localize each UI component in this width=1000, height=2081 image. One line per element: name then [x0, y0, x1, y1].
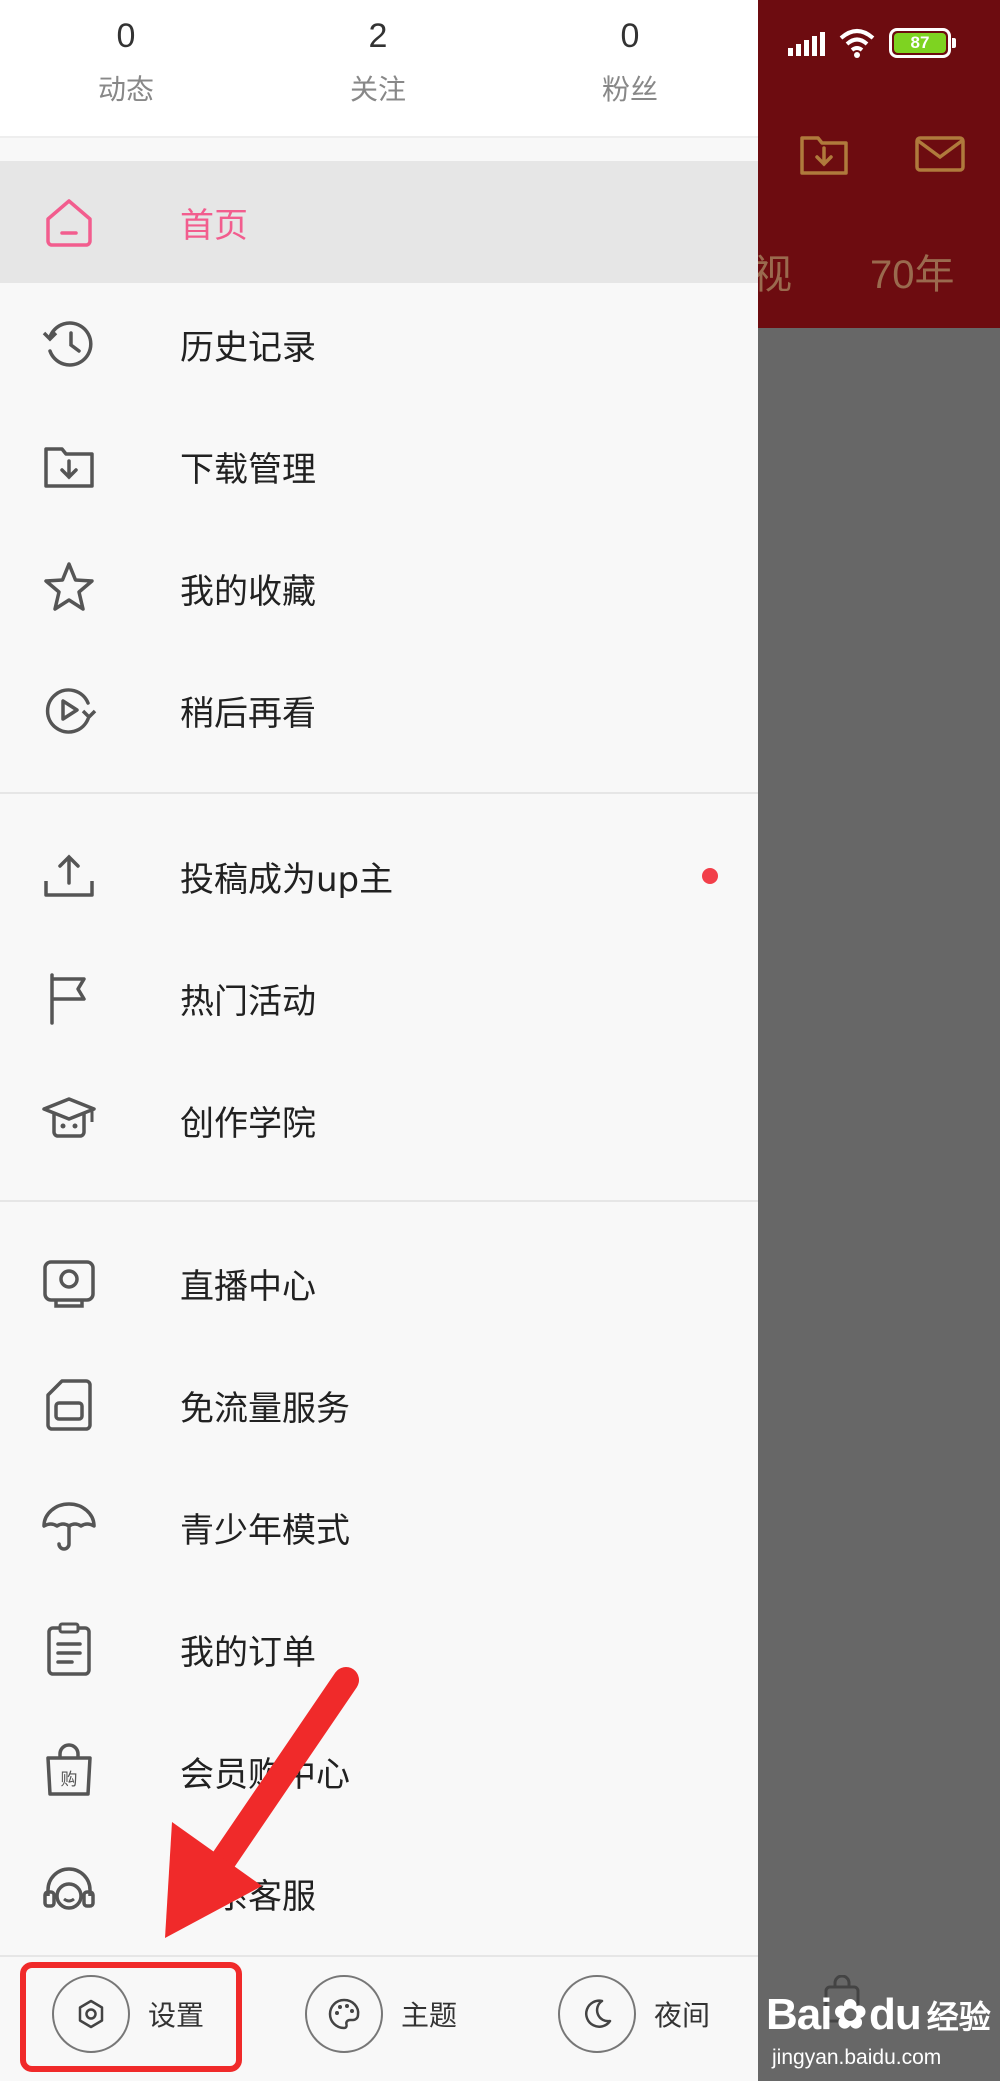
- menu-item-label: 青少年模式: [180, 1510, 350, 1551]
- settings-highlight-box: [20, 1962, 242, 2072]
- menu-item-academy[interactable]: 创作学院: [0, 1059, 758, 1181]
- battery-level: 87: [894, 33, 946, 53]
- menu-group-main: 首页 历史记录 下载管理 我的收藏 稍后再看: [0, 161, 758, 771]
- background-app-header: 87 视 70年: [758, 0, 1000, 328]
- clipboard-icon: [40, 1620, 98, 1678]
- menu-item-label: 免流量服务: [180, 1388, 350, 1429]
- menu-item-label: 首页: [180, 205, 248, 246]
- stat-dynamics[interactable]: 0 动态: [46, 14, 206, 108]
- menu-item-downloads[interactable]: 下载管理: [0, 405, 758, 527]
- notification-dot: [702, 868, 718, 884]
- menu-item-label: 下载管理: [180, 449, 316, 490]
- download-icon[interactable]: [798, 128, 850, 180]
- night-label: 夜间: [654, 1999, 711, 2032]
- menu-divider: [0, 1200, 758, 1202]
- menu-item-label: 创作学院: [180, 1103, 316, 1144]
- palette-icon: [305, 1975, 383, 2053]
- menu-item-home[interactable]: 首页: [0, 161, 758, 283]
- live-tv-icon: [40, 1254, 98, 1312]
- menu-item-label: 热门活动: [180, 981, 316, 1022]
- menu-item-watch-later[interactable]: 稍后再看: [0, 649, 758, 771]
- menu-group-services: 直播中心 免流量服务 青少年模式 我的订单 购 会员购中心 联系客服: [0, 1222, 758, 1954]
- menu-item-label: 稍后再看: [180, 693, 316, 734]
- menu-item-label: 我的收藏: [180, 571, 316, 612]
- navigation-drawer: 0 动态 2 关注 0 粉丝 首页 历史记录 下载管理 我的收藏 稍后再看 投稿…: [0, 0, 758, 2081]
- upload-icon: [40, 847, 98, 905]
- paw-icon: ✿: [833, 1993, 867, 2037]
- flag-icon: [40, 969, 98, 1027]
- menu-item-favorites[interactable]: 我的收藏: [0, 527, 758, 649]
- menu-item-label: 投稿成为up主: [180, 859, 394, 900]
- stat-followers[interactable]: 0 粉丝: [550, 14, 710, 108]
- watermark-url: jingyan.baidu.com: [772, 2046, 942, 2069]
- menu-item-label: 会员购中心: [180, 1754, 350, 1795]
- umbrella-icon: [40, 1498, 98, 1556]
- svg-text:购: 购: [61, 1770, 78, 1790]
- moon-icon: [558, 1975, 636, 2053]
- menu-item-label: 我的订单: [180, 1632, 316, 1673]
- stat-count: 0: [116, 17, 136, 55]
- menu-item-label: 联系客服: [180, 1876, 316, 1917]
- wifi-icon: [839, 29, 875, 58]
- menu-item-history[interactable]: 历史记录: [0, 283, 758, 405]
- menu-item-teen-mode[interactable]: 青少年模式: [0, 1466, 758, 1588]
- watermark-brand: Bai: [766, 1990, 832, 2039]
- shopping-bag-icon: 购: [40, 1742, 98, 1800]
- star-icon: [40, 559, 98, 617]
- theme-label: 主题: [401, 1999, 458, 2032]
- graduation-cap-icon: [40, 1091, 98, 1149]
- tab-70th[interactable]: 70年: [870, 242, 955, 300]
- menu-item-label: 历史记录: [180, 327, 316, 368]
- menu-item-label: 直播中心: [180, 1266, 316, 1307]
- status-bar: 87: [788, 28, 956, 58]
- night-mode-button[interactable]: 夜间: [558, 1975, 710, 2053]
- background-app: 87 视 70年 Bai ✿ du 经验 jingyan.baidu.com: [758, 0, 1000, 2081]
- menu-item-support[interactable]: 联系客服: [0, 1832, 758, 1954]
- stat-label: 关注: [349, 73, 406, 106]
- stat-label: 动态: [97, 73, 154, 106]
- history-icon: [40, 315, 98, 373]
- menu-item-vip-shop[interactable]: 购 会员购中心: [0, 1710, 758, 1832]
- sim-card-icon: [40, 1376, 98, 1434]
- menu-item-free-data[interactable]: 免流量服务: [0, 1344, 758, 1466]
- headset-icon: [40, 1864, 98, 1922]
- menu-item-events[interactable]: 热门活动: [0, 937, 758, 1059]
- stat-following[interactable]: 2 关注: [298, 14, 458, 108]
- menu-item-orders[interactable]: 我的订单: [0, 1588, 758, 1710]
- stat-count: 0: [620, 17, 640, 55]
- battery-icon: 87: [889, 28, 956, 58]
- stat-label: 粉丝: [601, 73, 658, 106]
- user-stats: 0 动态 2 关注 0 粉丝: [0, 0, 758, 138]
- watermark-brand-suffix: du: [869, 1990, 922, 2039]
- menu-group-creator: 投稿成为up主 热门活动 创作学院: [0, 815, 758, 1181]
- menu-divider: [0, 792, 758, 794]
- watch-later-icon: [40, 681, 98, 739]
- home-icon: [40, 193, 98, 251]
- signal-icon: [788, 30, 825, 56]
- watermark-sub: 经验: [926, 1999, 991, 2035]
- baidu-watermark: Bai ✿ du 经验: [766, 1990, 991, 2040]
- menu-item-upload[interactable]: 投稿成为up主: [0, 815, 758, 937]
- download-folder-icon: [40, 437, 98, 495]
- menu-item-live[interactable]: 直播中心: [0, 1222, 758, 1344]
- tab-partial[interactable]: 视: [758, 242, 792, 300]
- mail-icon[interactable]: [914, 128, 966, 180]
- theme-button[interactable]: 主题: [305, 1975, 457, 2053]
- stat-count: 2: [368, 17, 388, 55]
